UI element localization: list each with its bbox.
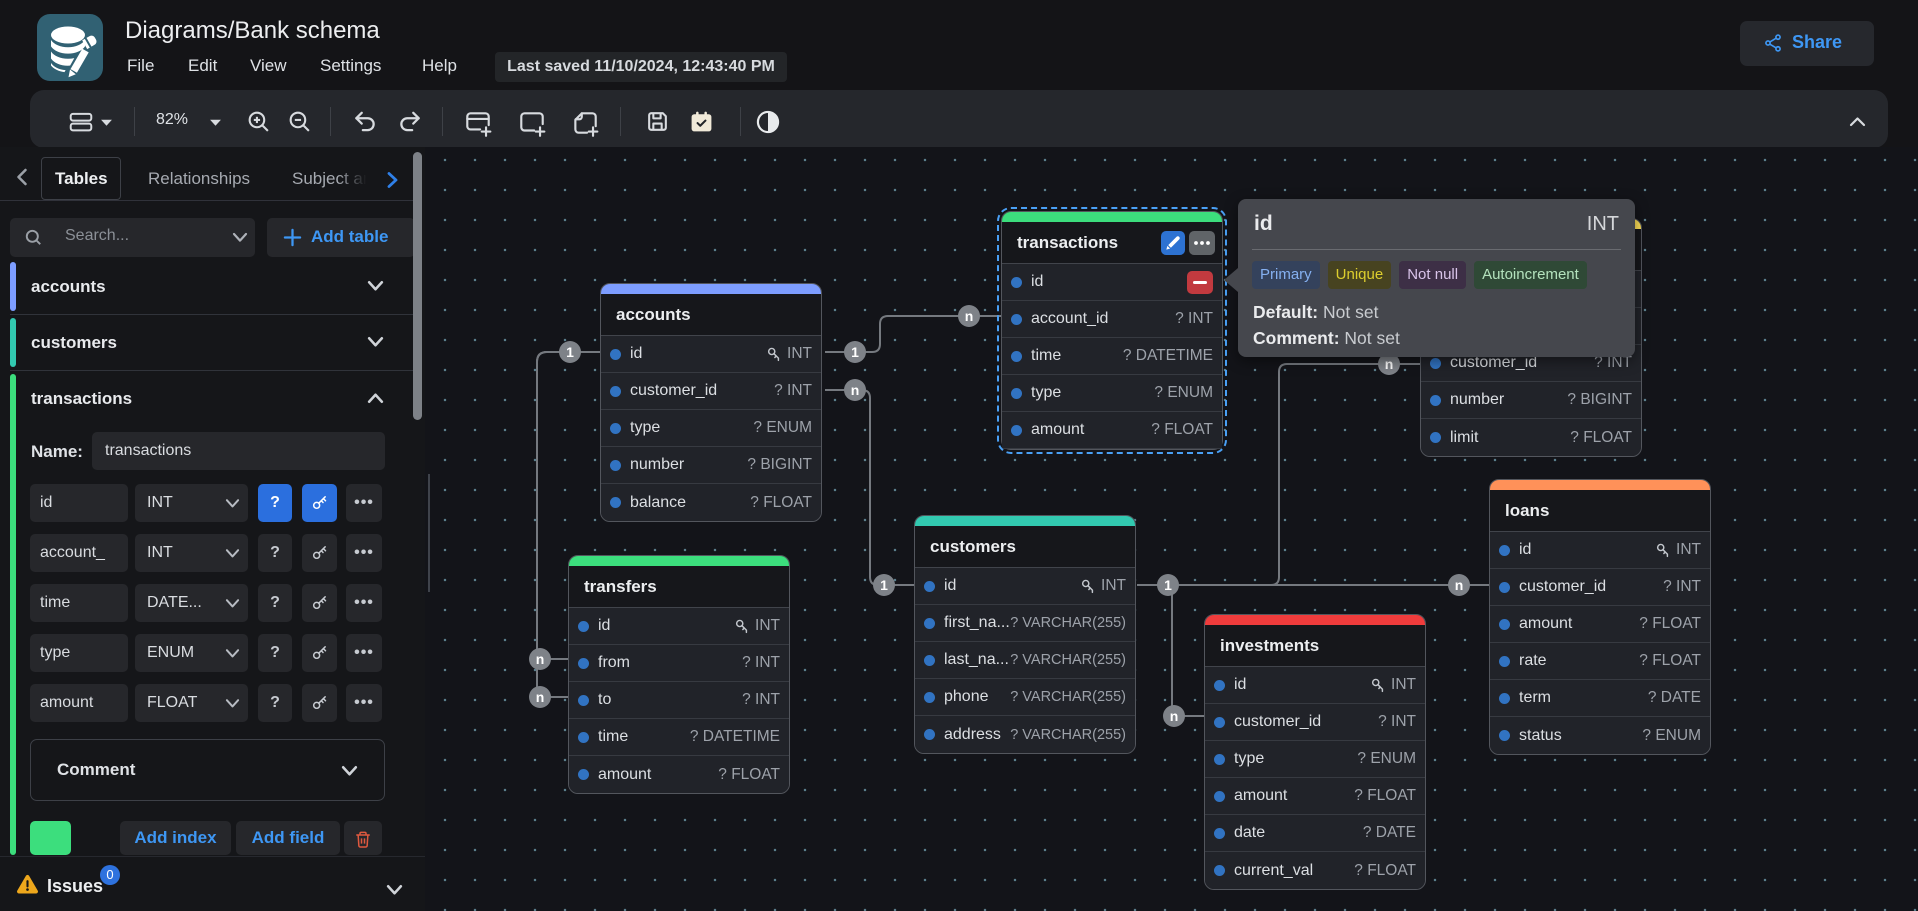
svg-text:n: n	[965, 308, 974, 324]
svg-text:n: n	[536, 651, 545, 667]
svg-text:n: n	[536, 689, 545, 705]
svg-text:n: n	[1455, 577, 1464, 593]
svg-text:1: 1	[1164, 577, 1172, 593]
svg-text:n: n	[1385, 356, 1394, 372]
svg-text:1: 1	[566, 344, 574, 360]
svg-text:1: 1	[880, 577, 888, 593]
svg-text:1: 1	[851, 344, 859, 360]
svg-text:n: n	[1170, 708, 1179, 724]
svg-text:n: n	[851, 382, 860, 398]
